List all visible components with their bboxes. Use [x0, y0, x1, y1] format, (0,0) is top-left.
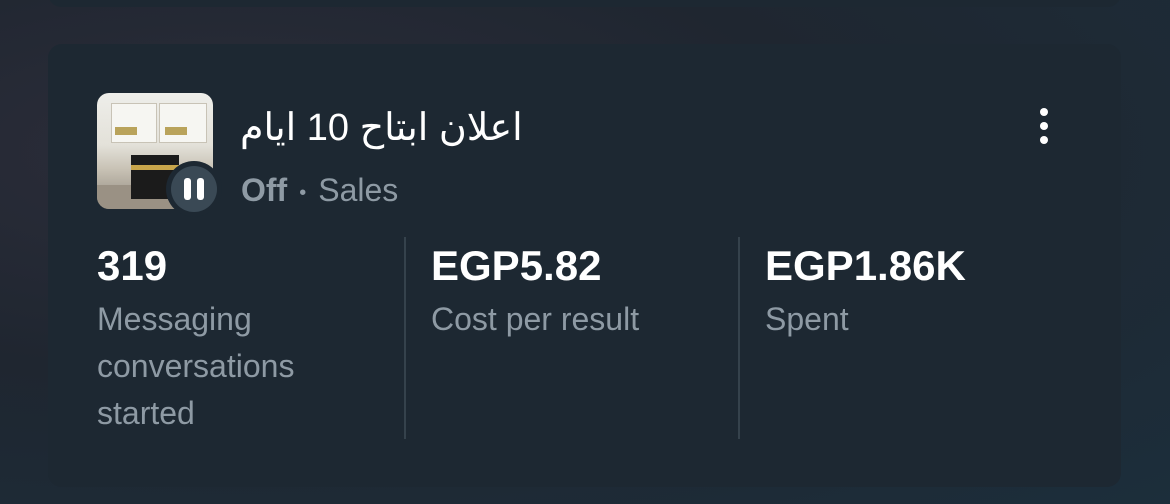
metric-results: 319 Messaging conversations started: [97, 240, 377, 437]
kaaba-band: [131, 165, 179, 170]
metric-label: Spent: [765, 301, 849, 337]
thumbnail-panel: [159, 103, 207, 143]
previous-card[interactable]: [48, 0, 1121, 7]
more-vertical-icon: [1040, 108, 1048, 116]
thumbnail-price-tag: [115, 127, 137, 135]
thumbnail-panel: [111, 103, 157, 143]
pause-icon: [171, 166, 217, 212]
metric-value: EGP1.86K: [765, 242, 966, 289]
metric-label: Cost per result: [431, 301, 640, 337]
status-row: Off • Sales: [241, 170, 398, 210]
objective-text: Sales: [318, 172, 399, 208]
ad-title[interactable]: اعلان ابتاح 10 ايام: [240, 104, 580, 152]
metric-value: EGP5.82: [431, 242, 602, 289]
thumbnail-price-tag: [165, 127, 187, 135]
metric-divider: [738, 237, 740, 439]
metric-value: 319: [97, 242, 168, 289]
metric-divider: [404, 237, 406, 439]
status-text: Off: [241, 172, 288, 208]
metric-spent: EGP1.86K Spent: [765, 240, 1065, 343]
more-options-button[interactable]: [1024, 102, 1064, 150]
metric-cost-per-result: EGP5.82 Cost per result: [431, 240, 731, 343]
metric-label: Messaging conversations started: [97, 301, 295, 431]
ad-card[interactable]: اعلان ابتاح 10 ايام Off • Sales 319 Messag…: [48, 44, 1121, 487]
pause-status-badge[interactable]: [166, 161, 222, 217]
status-separator: •: [299, 181, 307, 204]
